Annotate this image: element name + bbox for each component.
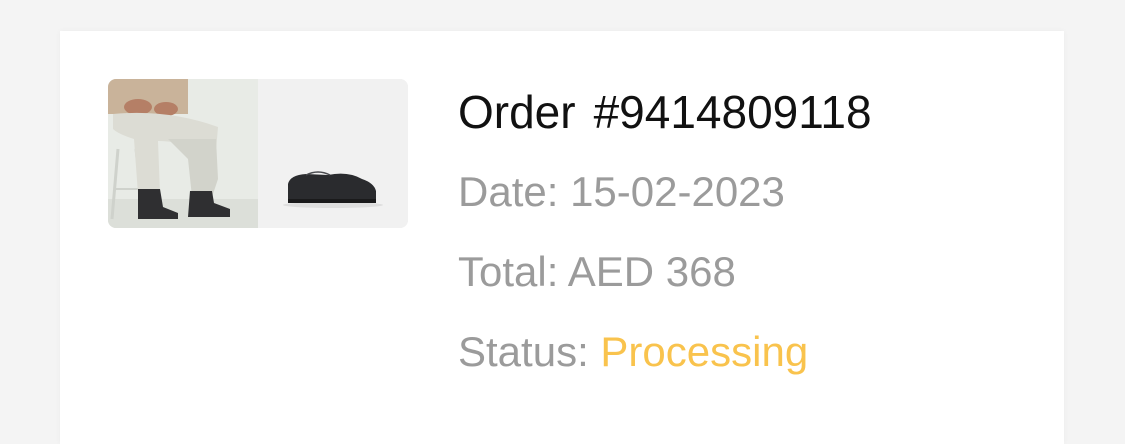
order-label: Order <box>458 86 576 138</box>
total-value: AED 368 <box>567 248 736 295</box>
product-thumbnails[interactable] <box>108 79 408 228</box>
order-card[interactable]: Order #9414809118 Date: 15-02-2023 Total:… <box>60 31 1064 444</box>
order-date: Date: 15-02-2023 <box>458 171 872 221</box>
order-number: #9414809118 <box>593 86 872 138</box>
status-label: Status: <box>458 328 589 375</box>
status-value: Processing <box>600 328 809 375</box>
total-label: Total: <box>458 248 559 295</box>
order-info: Order #9414809118 Date: 15-02-2023 Total:… <box>458 89 872 381</box>
product-image-shoe <box>258 79 408 228</box>
date-value: 15-02-2023 <box>570 168 785 215</box>
order-title[interactable]: Order #9414809118 <box>458 89 872 145</box>
order-total: Total: AED 368 <box>458 251 872 301</box>
product-image-model <box>108 79 258 228</box>
date-label: Date: <box>458 168 559 215</box>
order-status: Status: Processing <box>458 331 872 381</box>
